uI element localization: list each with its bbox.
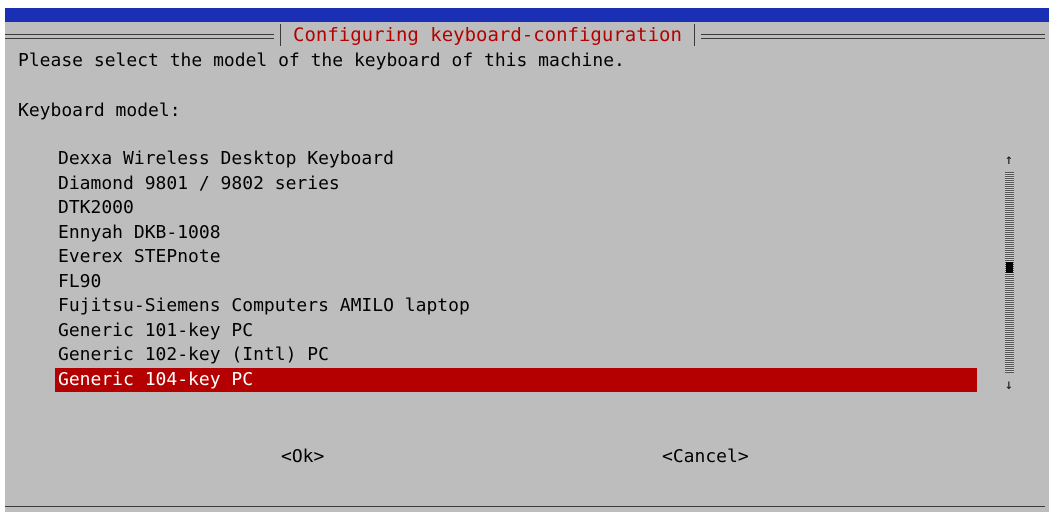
dialog-bottom-border (5, 506, 1045, 507)
ok-button[interactable]: <Ok> (281, 446, 324, 467)
list-item[interactable]: Generic 101-key PC (55, 319, 977, 344)
list-item[interactable]: DTK2000 (55, 196, 977, 221)
list-item[interactable]: Fujitsu-Siemens Computers AMILO laptop (55, 294, 977, 319)
dialog-title-bar: Configuring keyboard-configuration (274, 22, 701, 48)
keyboard-model-list[interactable]: Dexxa Wireless Desktop Keyboard Diamond 9… (55, 147, 977, 392)
list-scrollbar[interactable]: ↑ ↓ (1002, 150, 1016, 395)
list-item[interactable]: Dexxa Wireless Desktop Keyboard (55, 147, 977, 172)
list-item[interactable]: Ennyah DKB-1008 (55, 221, 977, 246)
scroll-down-arrow-icon[interactable]: ↓ (1005, 377, 1013, 393)
title-right-tick (693, 24, 695, 46)
list-item[interactable]: Everex STEPnote (55, 245, 977, 270)
cancel-button[interactable]: <Cancel> (662, 446, 749, 467)
dialog-title: Configuring keyboard-configuration (293, 24, 682, 46)
scroll-thumb[interactable] (1005, 262, 1013, 274)
dialog-prompt: Please select the model of the keyboard … (18, 50, 625, 71)
list-item-selected[interactable]: Generic 104-key PC (55, 367, 977, 392)
list-item[interactable]: Generic 102-key (Intl) PC (55, 343, 977, 368)
scroll-track[interactable] (1004, 172, 1014, 373)
keyboard-model-label: Keyboard model: (18, 100, 181, 121)
list-item[interactable]: FL90 (55, 270, 977, 295)
scroll-up-arrow-icon[interactable]: ↑ (1005, 152, 1013, 168)
list-item[interactable]: Diamond 9801 / 9802 series (55, 172, 977, 197)
